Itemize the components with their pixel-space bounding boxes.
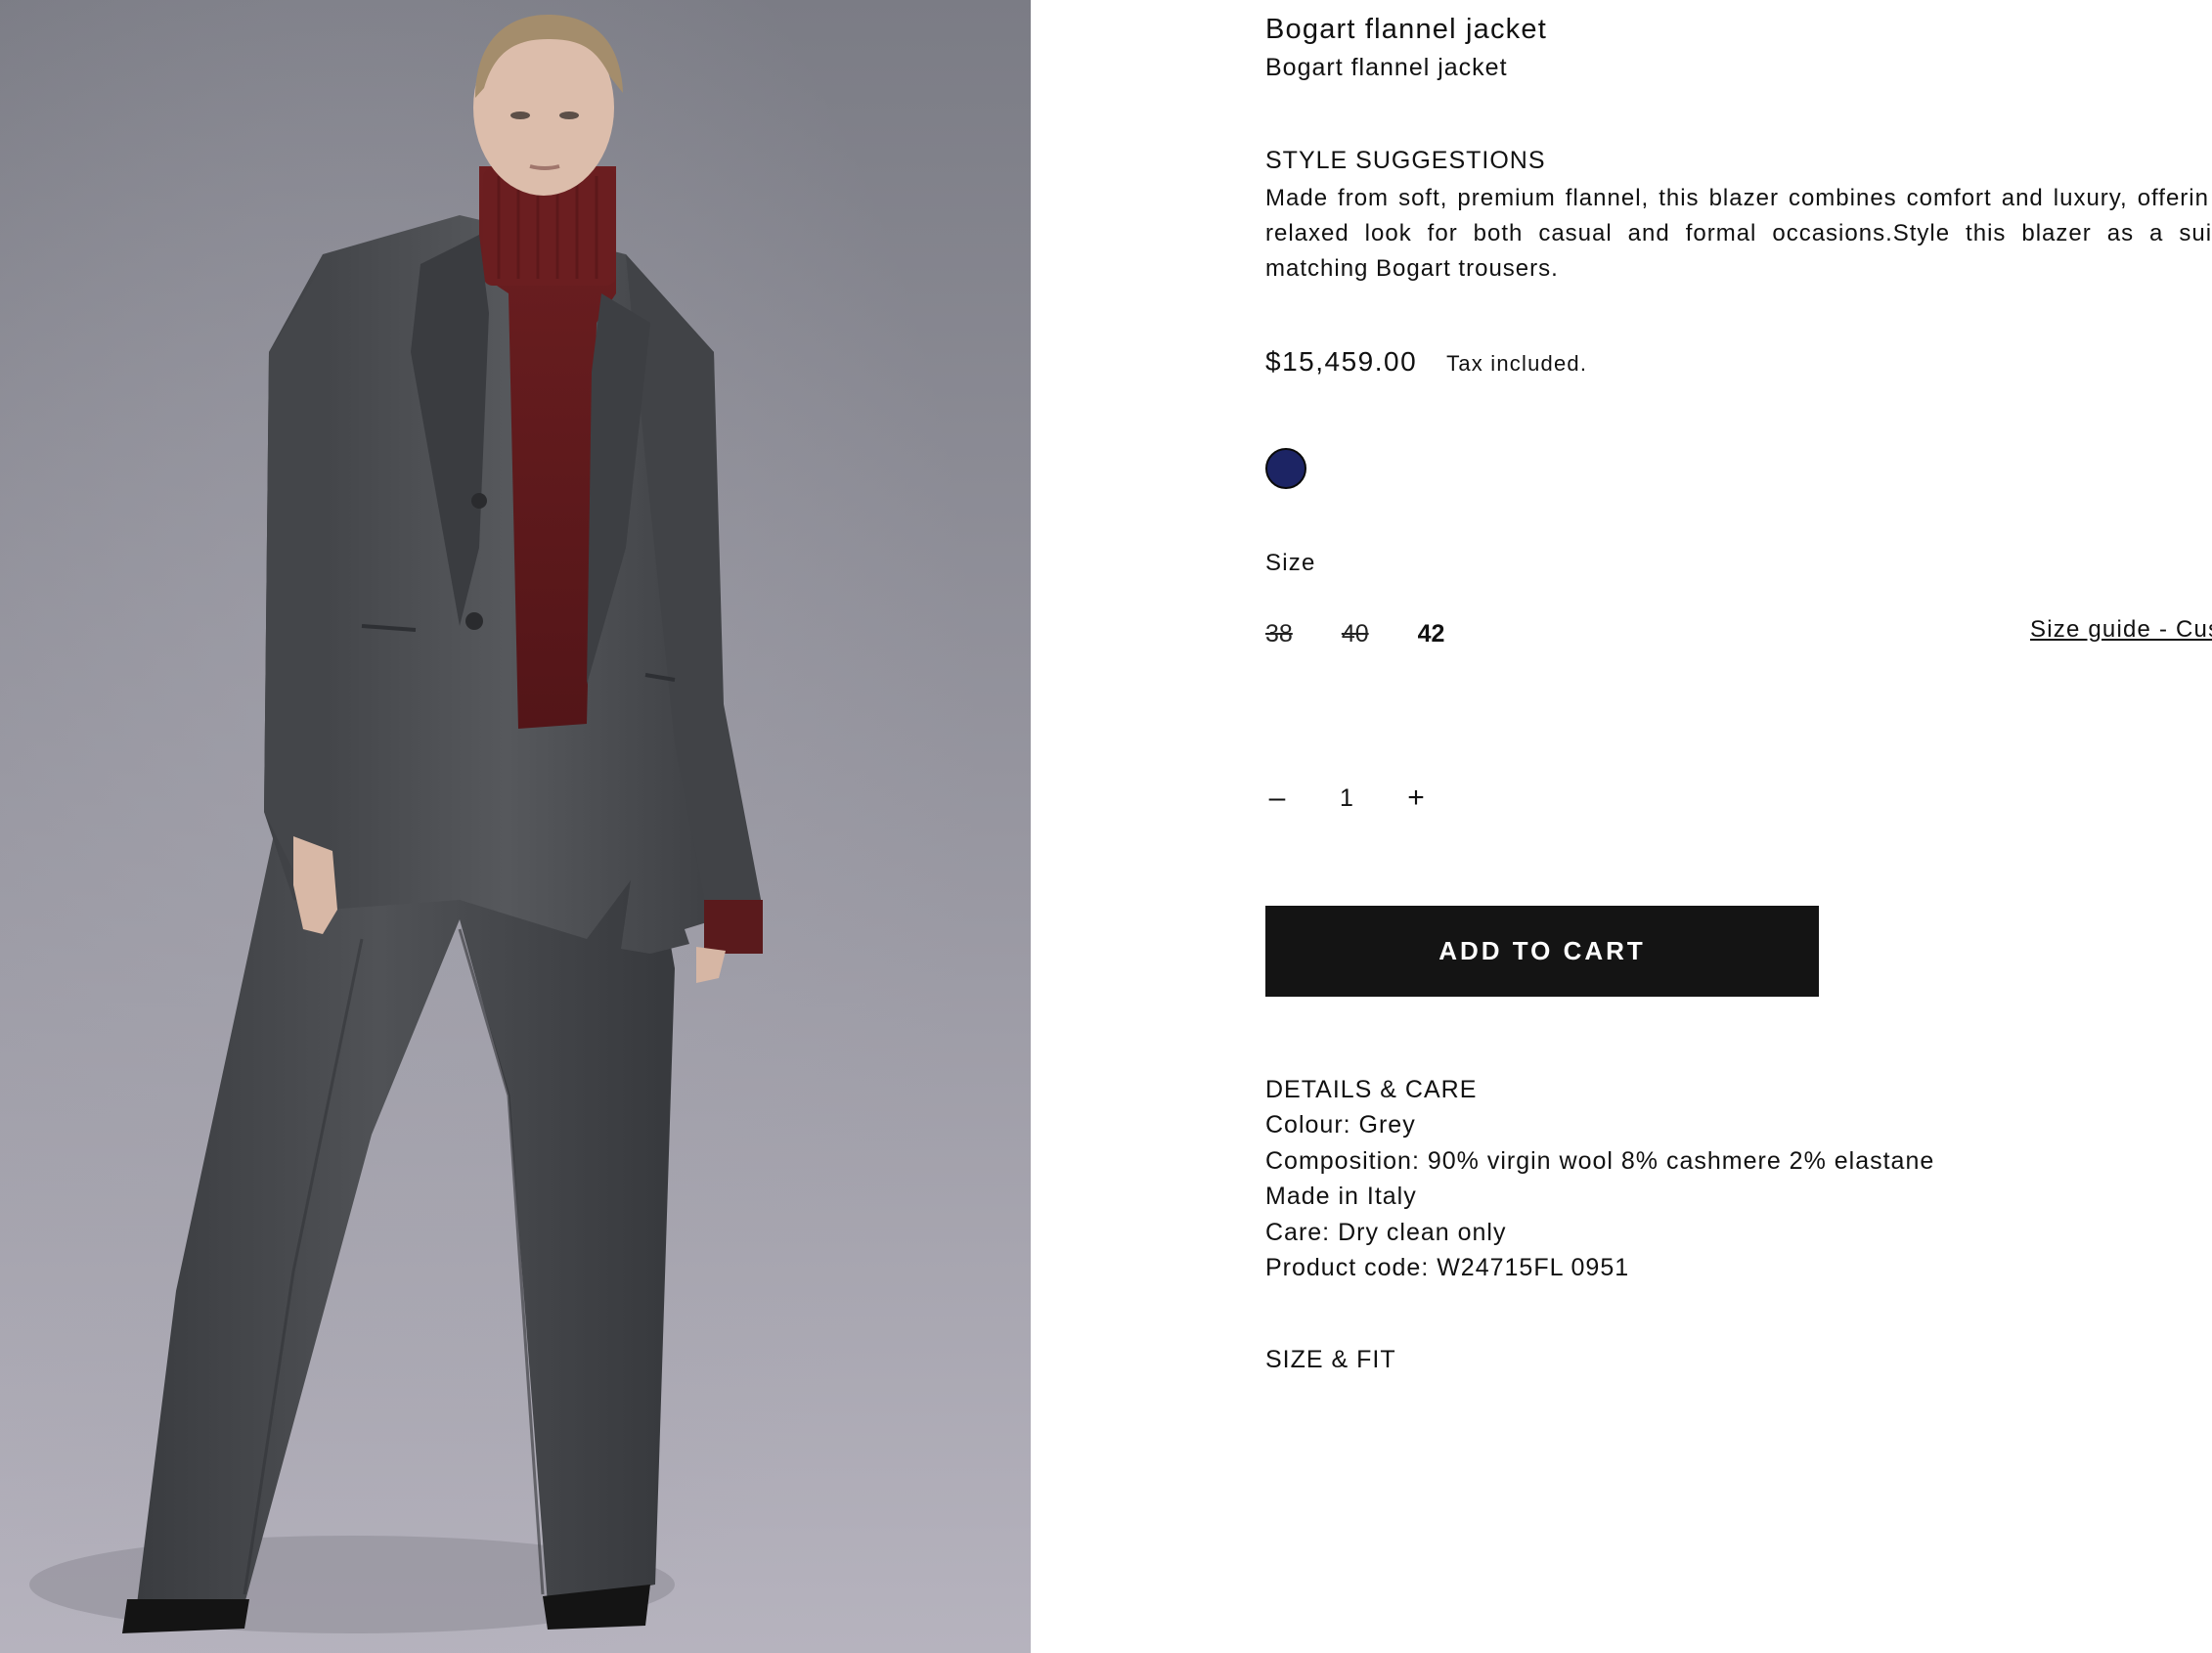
product-price: $15,459.00 [1265, 346, 1418, 377]
colour-swatch-navy[interactable] [1265, 448, 1306, 489]
add-to-cart-button[interactable]: ADD TO CART [1265, 906, 1819, 997]
details-care-heading[interactable]: DETAILS & CARE [1265, 1076, 1477, 1104]
details-care: Care: Dry clean only [1265, 1218, 1507, 1246]
product-subtitle: Bogart flannel jacket [1265, 54, 1508, 81]
details-product-code: Product code: W24715FL 0951 [1265, 1254, 1630, 1281]
quantity-increment-button[interactable]: + [1404, 782, 1428, 814]
product-image [0, 0, 1031, 1653]
size-label: Size [1265, 550, 1316, 576]
details-colour: Colour: Grey [1265, 1111, 1416, 1139]
product-page: Bogart flannel jacket Bogart flannel jac… [0, 0, 2212, 1653]
product-info-panel: Bogart flannel jacket Bogart flannel jac… [1265, 0, 2212, 1653]
size-option-40[interactable]: 40 [1342, 620, 1369, 648]
quantity-input[interactable] [1311, 783, 1382, 813]
size-fit-heading[interactable]: SIZE & FIT [1265, 1346, 1396, 1374]
style-suggestions-heading: STYLE SUGGESTIONS [1265, 147, 1546, 174]
details-composition: Composition: 90% virgin wool 8% cashmere… [1265, 1146, 1935, 1175]
price-row: $15,459.00 Tax included. [1265, 346, 1587, 378]
quantity-stepper: – + [1265, 782, 1428, 814]
size-selector: 38 40 42 [1265, 620, 1493, 648]
tax-note: Tax included. [1446, 351, 1588, 376]
size-option-38[interactable]: 38 [1265, 620, 1293, 648]
details-origin: Made in Italy [1265, 1183, 1417, 1210]
style-suggestions-text: Made from soft, premium flannel, this bl… [1265, 185, 2212, 282]
size-guide-link[interactable]: Size guide - Cus [2030, 616, 2212, 644]
details-list: Colour: Grey Composition: 90% virgin woo… [1265, 1107, 1934, 1286]
product-title: Bogart flannel jacket [1265, 14, 1547, 45]
size-option-42[interactable]: 42 [1418, 620, 1445, 648]
quantity-decrement-button[interactable]: – [1265, 782, 1289, 814]
